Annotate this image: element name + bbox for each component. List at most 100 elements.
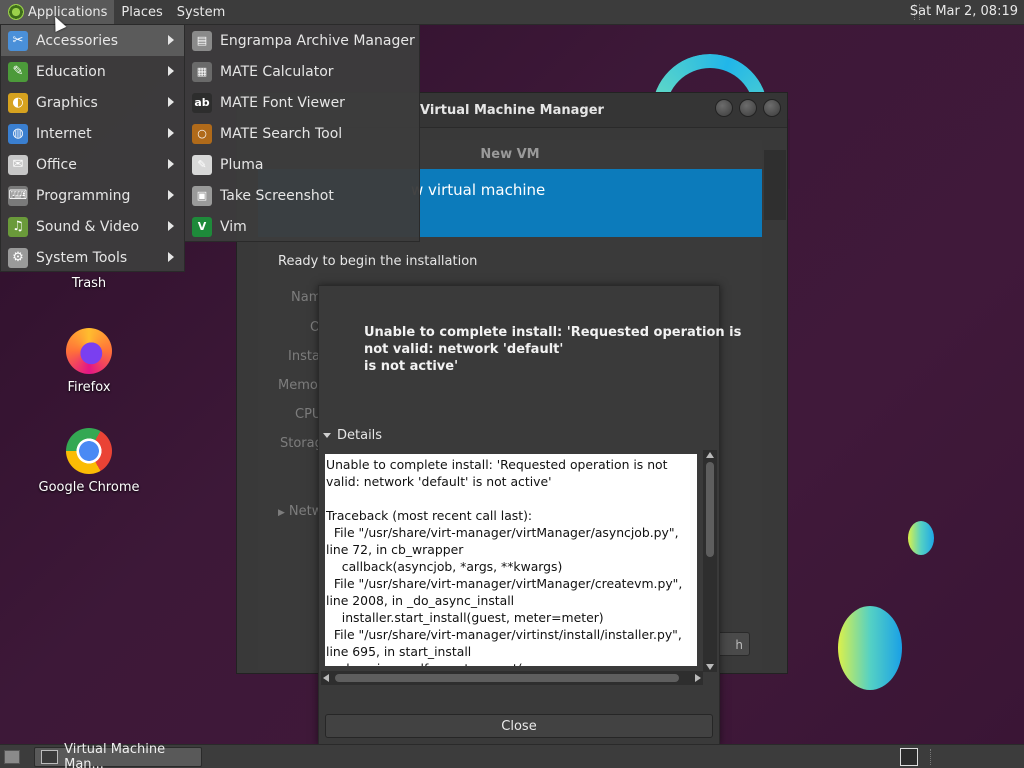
menu-item-office[interactable]: ✉ Office [1,149,184,180]
search-tool-icon: ○ [192,123,212,144]
desktop-icon-chrome[interactable]: Google Chrome [34,428,144,495]
network-expander[interactable]: ▶ Netw [278,504,322,519]
accessories-icon: ✂ [8,30,28,51]
vm-manager-task-icon [41,750,59,764]
details-text: Unable to complete install: 'Requested o… [326,457,683,666]
menu-item-system-tools[interactable]: ⚙ System Tools [1,242,184,273]
summary-label-memory: Memo [278,378,318,393]
menu-item-label: Internet [36,125,92,142]
submenu-item-mate-search-tool[interactable]: ○ MATE Search Tool [185,118,419,149]
submenu-item-label: Take Screenshot [220,187,334,204]
submenu-item-label: MATE Search Tool [220,125,343,142]
tray-separator [930,749,934,765]
finish-label: h [735,638,743,652]
sound-video-icon: ♫ [8,216,28,237]
vm-list-scrollbar[interactable] [764,150,786,220]
menu-item-accessories[interactable]: ✂ Accessories [1,25,184,56]
scroll-right-icon[interactable] [695,674,701,682]
submenu-item-vim[interactable]: V Vim [185,211,419,242]
scroll-down-icon[interactable] [706,664,714,670]
accessories-submenu: ▤ Engrampa Archive Manager ▦ MATE Calculato… [184,24,420,242]
submenu-item-take-screenshot[interactable]: ▣ Take Screenshot [185,180,419,211]
menu-item-label: Programming [36,187,131,204]
submenu-item-label: Pluma [220,156,264,173]
error-line-3: is not active' [364,359,459,374]
error-line-1: Unable to complete install: 'Requested o… [364,325,742,340]
hscroll-thumb[interactable] [335,674,679,682]
submenu-item-pluma[interactable]: ✎ Pluma [185,149,419,180]
office-icon: ✉ [8,154,28,175]
submenu-arrow-icon [168,97,174,107]
workspace-switcher-icon[interactable] [900,748,918,766]
menu-item-sound-video[interactable]: ♫ Sound & Video [1,211,184,242]
chrome-icon [66,428,112,474]
details-horizontal-scrollbar[interactable] [321,671,703,685]
menu-item-label: Office [36,156,77,173]
details-expander[interactable]: Details [323,428,382,443]
screenshot-icon: ▣ [192,185,212,206]
font-viewer-icon: ab [192,92,212,113]
summary-label-install: Insta [288,349,320,364]
desktop-icon-trash[interactable]: Trash [34,276,144,291]
scroll-thumb[interactable] [706,462,714,557]
submenu-arrow-icon [168,35,174,45]
submenu-arrow-icon [168,252,174,262]
scroll-left-icon[interactable] [323,674,329,682]
submenu-arrow-icon [168,66,174,76]
menu-item-graphics[interactable]: ◐ Graphics [1,87,184,118]
summary-label-name: Nam [291,290,322,305]
clock[interactable]: Sat Mar 2, 08:19 [910,0,1018,24]
menu-item-education[interactable]: ✎ Education [1,56,184,87]
mate-logo-icon [8,4,24,20]
summary-label-storage: Storag [280,436,323,451]
expander-arrow-icon [323,433,331,438]
maximize-icon[interactable] [739,99,757,117]
trash-label: Trash [71,276,107,291]
wallpaper-oval-large [838,606,902,690]
menu-item-label: Accessories [36,32,119,49]
system-menu-button[interactable]: System [170,0,232,24]
calculator-icon: ▦ [192,61,212,82]
submenu-item-engrampa-archive-manager[interactable]: ▤ Engrampa Archive Manager [185,25,419,56]
firefox-label: Firefox [67,380,111,395]
details-textview[interactable]: Unable to complete install: 'Requested o… [325,454,697,666]
close-window-icon[interactable] [763,99,781,117]
details-label: Details [337,428,383,443]
minimize-icon[interactable] [715,99,733,117]
graphics-icon: ◐ [8,92,28,113]
submenu-item-label: Engrampa Archive Manager [220,32,415,49]
submenu-arrow-icon [168,221,174,231]
desktop-icon-firefox[interactable]: Firefox [34,328,144,395]
applications-menu: ✂ Accessories ✎ Education ◐ Graphics ◍ Internet… [0,24,185,272]
menu-item-label: System Tools [36,249,128,266]
close-button[interactable]: Close [325,714,713,738]
menu-item-programming[interactable]: ⌨ Programming [1,180,184,211]
top-panel: Applications Places System Sat Mar 2, 08… [0,0,1024,25]
menu-item-internet[interactable]: ◍ Internet [1,118,184,149]
menu-item-label: Sound & Video [36,218,140,235]
archive-icon: ▤ [192,30,212,51]
details-vertical-scrollbar[interactable] [703,450,717,672]
firefox-icon [66,328,112,374]
menu-item-label: Graphics [36,94,98,111]
close-button-label: Close [501,718,537,734]
system-tools-icon: ⚙ [8,247,28,268]
submenu-item-label: MATE Font Viewer [220,94,345,111]
taskbar-item-vm-manager[interactable]: Virtual Machine Man... [34,742,202,768]
education-icon: ✎ [8,61,28,82]
submenu-item-mate-font-viewer[interactable]: ab MATE Font Viewer [185,87,419,118]
show-desktop-icon[interactable] [4,750,20,764]
bottom-taskbar: Virtual Machine Man... [0,742,1024,768]
error-message: Unable to complete install: 'Requested o… [364,324,742,375]
error-dialog: Unable to complete install: 'Requested o… [318,285,742,745]
places-menu-button[interactable]: Places [114,0,169,24]
wallpaper-oval-small [908,521,934,555]
submenu-item-mate-calculator[interactable]: ▦ MATE Calculator [185,56,419,87]
submenu-item-label: MATE Calculator [220,63,334,80]
new-vm-banner-text: w virtual machine [411,181,546,199]
submenu-item-label: Vim [220,218,247,235]
applications-label: Applications [28,4,108,20]
system-label: System [176,4,226,20]
pluma-icon: ✎ [192,154,212,175]
scroll-up-icon[interactable] [706,452,714,458]
